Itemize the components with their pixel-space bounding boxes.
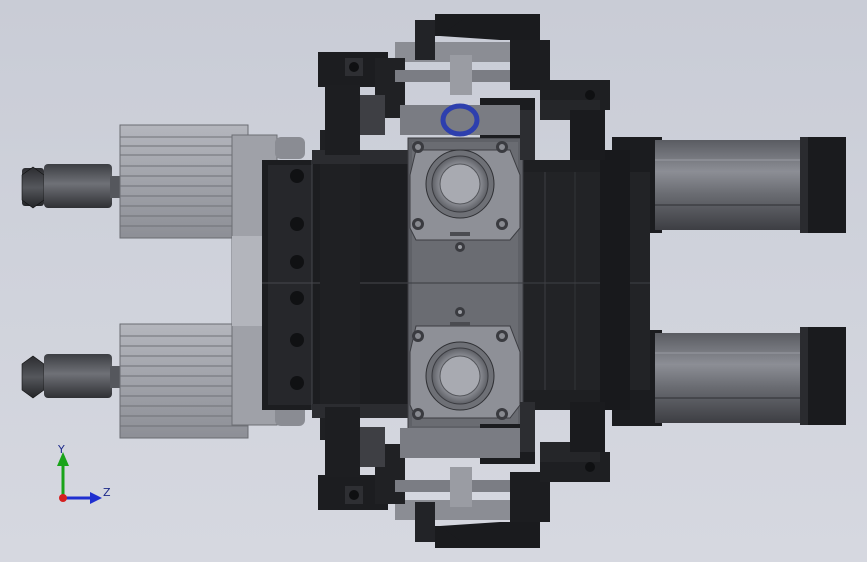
coordinate-triad: Y Z (57, 443, 111, 504)
y-axis-label: Y (57, 443, 65, 456)
z-axis-label: Z (103, 486, 111, 499)
gripper-assembly-model: Y Z (21, 14, 846, 548)
center-gearbox-plate (407, 137, 524, 431)
left-cylinder-upper (21, 124, 249, 239)
central-gripper-body (262, 130, 422, 440)
left-cylinder-lower (21, 323, 249, 439)
cad-3d-viewport[interactable]: Y Z (0, 0, 867, 562)
right-jaw-body (520, 150, 650, 410)
x-axis-dot (59, 494, 67, 502)
